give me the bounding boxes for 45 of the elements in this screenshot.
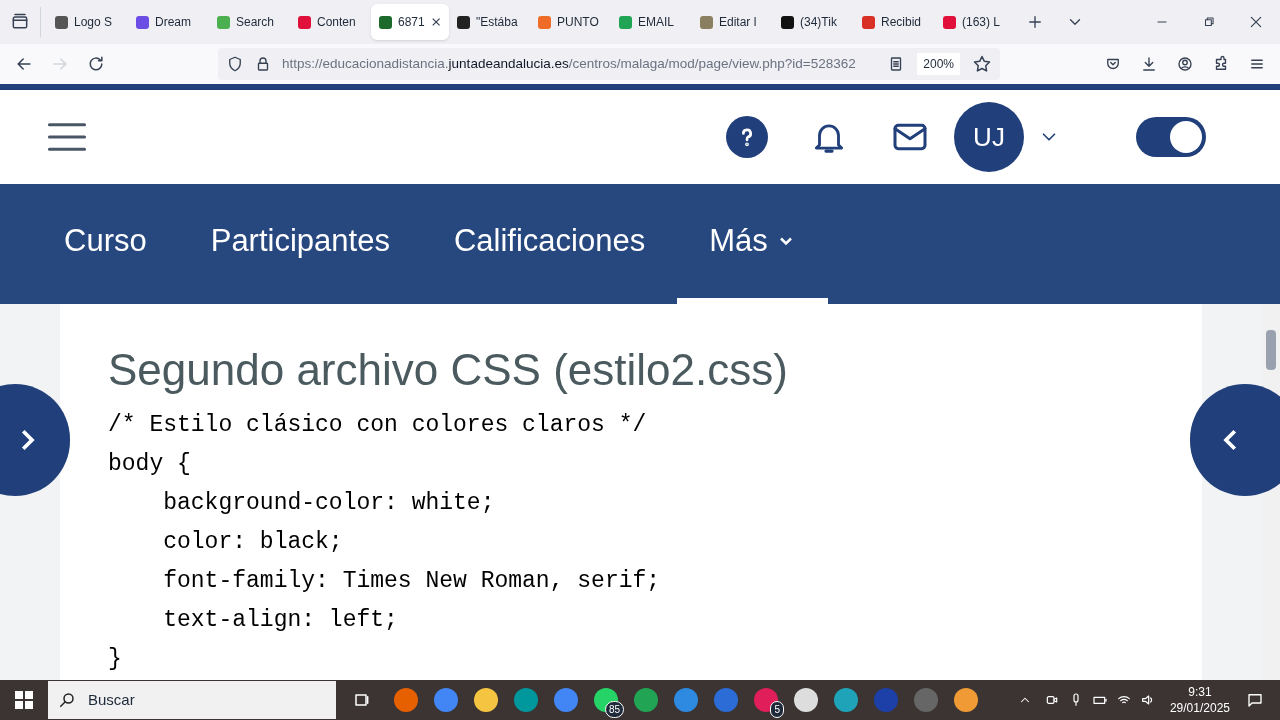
browser-tab[interactable]: Search <box>209 4 290 40</box>
url-text: https://educacionadistancia.juntadeandalucia.es/centros/malaga/mod/page/view.php?id=528362 <box>282 54 856 73</box>
windows-start-icon[interactable] <box>15 691 33 709</box>
count-badge: 85 <box>604 701 624 718</box>
browser-tab[interactable]: "Estába <box>449 4 530 40</box>
taskbar-app-icon[interactable] <box>794 688 818 712</box>
help-icon[interactable] <box>726 116 768 158</box>
browser-tab[interactable]: Editar l <box>692 4 773 40</box>
zoom-level[interactable]: 200% <box>917 53 960 75</box>
new-tab-icon[interactable] <box>1026 13 1044 31</box>
tab-list-icon[interactable] <box>10 12 30 32</box>
browser-tab[interactable]: 6871 <box>371 4 449 40</box>
nav-tab[interactable]: Curso <box>32 184 179 304</box>
search-icon <box>58 691 76 709</box>
taskbar-search-field[interactable]: Buscar <box>48 681 336 719</box>
browser-tab[interactable]: Conten <box>290 4 371 40</box>
nav-tab[interactable]: Calificaciones <box>421 184 678 304</box>
browser-tab[interactable]: PUNTO <box>530 4 611 40</box>
clock-time[interactable]: 9:31 <box>1188 684 1212 700</box>
count-badge: 5 <box>770 701 784 718</box>
download-icon[interactable] <box>1140 55 1158 73</box>
restore-icon[interactable] <box>1202 15 1216 29</box>
browser-tab[interactable]: Dream <box>128 4 209 40</box>
browser-tab[interactable]: Logo S <box>47 4 128 40</box>
scrollbar-thumb[interactable] <box>1266 330 1276 370</box>
taskbar-app-icon[interactable] <box>954 688 978 712</box>
section-heading: Segundo archivo CSS (estilo2.css) <box>108 344 789 396</box>
notifications-icon[interactable] <box>1246 691 1264 709</box>
theme-toggle[interactable] <box>1136 117 1206 157</box>
taskbar-app-icon[interactable] <box>474 688 498 712</box>
user-avatar[interactable]: UJ <box>954 102 1024 172</box>
address-bar[interactable]: https://educacionadistancia.juntadeandalucia.es/centros/malaga/mod/page/view.php?id=528362 200% <box>218 48 1000 80</box>
browser-tab[interactable]: (34)Tik <box>773 4 854 40</box>
browser-tab[interactable]: (163) L <box>935 4 1016 40</box>
code-text: /* Estilo clásico con colores claros */ body { background-color: white; color: black; font-family: Times New Roman, serif; text-align: left; } <box>108 411 662 674</box>
taskbar-app-icon[interactable] <box>754 688 778 712</box>
browser-tab[interactable]: EMAIL <box>611 4 692 40</box>
close-icon[interactable] <box>430 16 441 28</box>
shield-icon[interactable] <box>226 55 244 73</box>
browser-tab[interactable]: Recibid <box>854 4 935 40</box>
nav-tab[interactable]: Participantes <box>178 184 422 304</box>
star-icon[interactable] <box>972 54 992 74</box>
close-icon[interactable] <box>1248 14 1264 30</box>
clock-date[interactable]: 29/01/2025 <box>1169 700 1230 716</box>
account-icon[interactable] <box>1176 55 1194 73</box>
